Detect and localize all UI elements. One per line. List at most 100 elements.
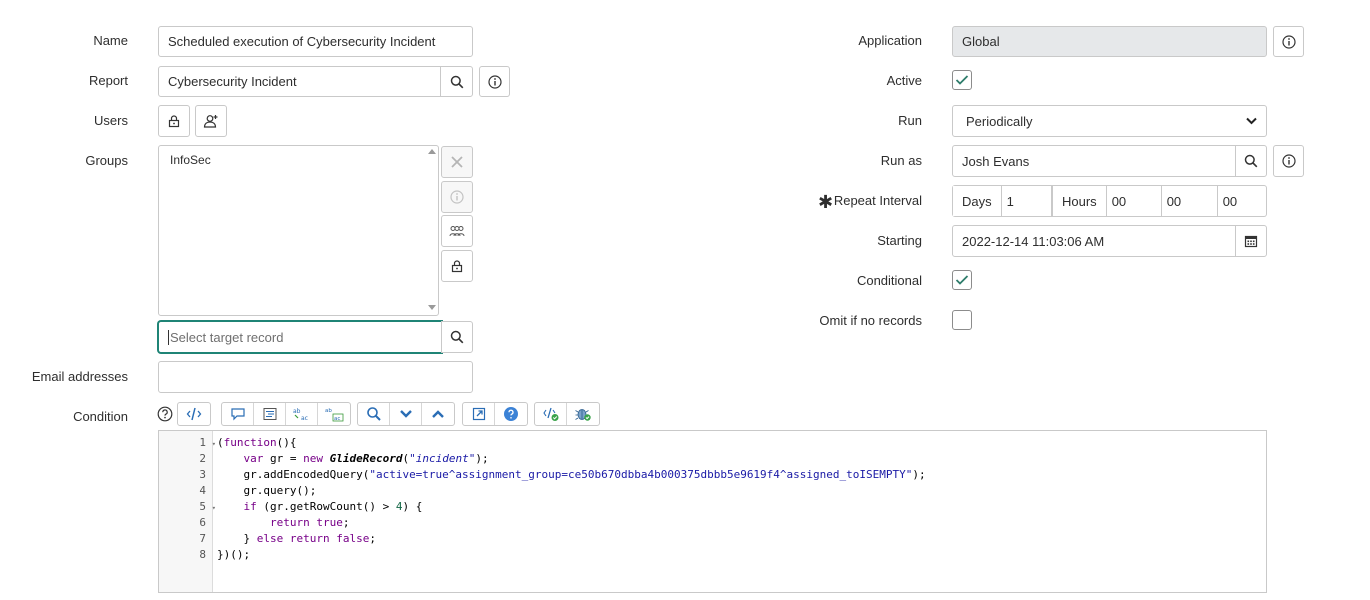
hours-input[interactable]: 00 bbox=[1107, 186, 1162, 216]
run-as-value: Josh Evans bbox=[962, 153, 1030, 169]
script-tool-button[interactable] bbox=[178, 403, 210, 425]
line-number: 7 bbox=[199, 532, 206, 545]
group-icon bbox=[449, 226, 465, 237]
syntax-check-icon bbox=[542, 407, 558, 421]
svg-text:ab: ab bbox=[293, 408, 301, 415]
scroll-up-arrow[interactable] bbox=[428, 149, 436, 154]
checkmark-icon bbox=[955, 275, 969, 285]
toggle-syntax-button[interactable] bbox=[535, 403, 567, 425]
lock-icon bbox=[451, 260, 463, 273]
debug-toolbar-group bbox=[534, 402, 600, 426]
search-toolbar-group bbox=[357, 402, 455, 426]
code-line[interactable]: if (gr.getRowCount() > 4) { bbox=[217, 499, 1266, 515]
chevron-up-icon bbox=[432, 410, 444, 418]
users-label: Users bbox=[94, 113, 128, 128]
search-icon bbox=[366, 407, 381, 421]
line-number: 6 bbox=[199, 516, 206, 529]
report-search-button[interactable] bbox=[440, 66, 473, 97]
omit-checkbox[interactable] bbox=[952, 310, 972, 330]
format-code-button[interactable] bbox=[254, 403, 286, 425]
seconds-input[interactable]: 00 bbox=[1218, 186, 1266, 216]
code-line[interactable]: var gr = new GlideRecord("incident"); bbox=[217, 451, 1266, 467]
remove-group-button[interactable] bbox=[441, 146, 473, 178]
run-as-search-button[interactable] bbox=[1235, 145, 1267, 177]
debug-button[interactable] bbox=[567, 403, 599, 425]
report-input[interactable]: Cybersecurity Incident bbox=[158, 66, 441, 97]
application-info-button[interactable] bbox=[1273, 26, 1304, 57]
application-field: Global bbox=[952, 26, 1267, 57]
minutes-input[interactable]: 00 bbox=[1162, 186, 1218, 216]
comment-button[interactable] bbox=[222, 403, 254, 425]
line-number: 5 ▾ bbox=[159, 499, 216, 515]
code-line[interactable]: })(); bbox=[217, 547, 1266, 563]
repeat-interval-label: Repeat Interval bbox=[833, 193, 922, 208]
run-label: Run bbox=[898, 113, 922, 128]
search-icon bbox=[1244, 154, 1258, 168]
hours-label: Hours bbox=[1052, 186, 1107, 216]
line-number-gutter: 1 ▾ 2 3 4 5 ▾ 6 7 8 bbox=[159, 431, 216, 592]
line-number: 4 bbox=[199, 484, 206, 497]
condition-label: Condition bbox=[73, 409, 128, 424]
fold-arrow[interactable]: ▾ bbox=[212, 500, 216, 516]
starting-input[interactable]: 2022-12-14 11:03:06 AM bbox=[952, 225, 1236, 257]
code-line[interactable]: gr.query(); bbox=[217, 483, 1266, 499]
search-icon bbox=[450, 330, 464, 344]
name-input[interactable]: Scheduled execution of Cybersecurity Inc… bbox=[158, 26, 473, 57]
view-groups-button[interactable] bbox=[441, 215, 473, 247]
calendar-icon bbox=[1244, 235, 1258, 248]
groups-list[interactable]: InfoSec bbox=[158, 145, 439, 316]
report-value: Cybersecurity Incident bbox=[168, 74, 297, 89]
text-cursor bbox=[168, 329, 169, 345]
code-line[interactable]: gr.addEncodedQuery("active=true^assignme… bbox=[217, 467, 1266, 483]
code-line[interactable]: return true; bbox=[217, 515, 1266, 531]
run-select[interactable]: Periodically bbox=[952, 105, 1267, 137]
groups-list-item[interactable]: InfoSec bbox=[159, 146, 438, 174]
run-as-input[interactable]: Josh Evans bbox=[952, 145, 1236, 177]
conditional-label: Conditional bbox=[856, 273, 922, 288]
groups-lock-button[interactable] bbox=[441, 250, 473, 282]
line-number: 1 ▾ bbox=[159, 435, 216, 451]
target-record-search-button[interactable] bbox=[441, 321, 473, 353]
code-line[interactable]: (function(){ bbox=[217, 435, 1266, 451]
fold-arrow[interactable]: ▾ bbox=[212, 436, 216, 452]
email-input[interactable] bbox=[158, 361, 473, 393]
target-record-input[interactable]: Select target record bbox=[158, 321, 442, 353]
info-icon bbox=[1281, 34, 1296, 49]
format-icon bbox=[263, 408, 276, 420]
scroll-down-arrow[interactable] bbox=[428, 305, 436, 310]
script-editor[interactable]: 1 ▾ 2 3 4 5 ▾ 6 7 8 (function(){ var gr = … bbox=[158, 430, 1267, 593]
group-info-button[interactable] bbox=[441, 181, 473, 213]
find-next-button[interactable] bbox=[390, 403, 422, 425]
find-previous-button[interactable] bbox=[422, 403, 454, 425]
info-icon bbox=[1281, 154, 1296, 168]
close-icon bbox=[451, 156, 463, 168]
add-user-icon bbox=[203, 115, 218, 128]
edit-toolbar-group: ab ac ab ac bbox=[221, 402, 351, 426]
expand-icon bbox=[472, 407, 485, 421]
script-icon bbox=[186, 407, 202, 421]
line-number: 2 bbox=[199, 452, 206, 465]
fullscreen-button[interactable] bbox=[463, 403, 495, 425]
question-icon bbox=[504, 407, 518, 421]
users-unlock-button[interactable] bbox=[158, 105, 190, 137]
active-checkbox[interactable] bbox=[952, 70, 972, 90]
active-label: Active bbox=[886, 73, 922, 88]
code-line[interactable]: } else return false; bbox=[217, 531, 1266, 547]
replace-button[interactable]: ab ac bbox=[286, 403, 318, 425]
report-info-button[interactable] bbox=[479, 66, 510, 97]
lock-icon bbox=[168, 115, 180, 128]
email-label: Email addresses bbox=[31, 369, 128, 384]
conditional-checkbox[interactable] bbox=[952, 270, 972, 290]
days-input[interactable]: 1 bbox=[1002, 186, 1019, 216]
search-button[interactable] bbox=[358, 403, 390, 425]
help-icon[interactable] bbox=[157, 406, 173, 422]
run-as-info-button[interactable] bbox=[1273, 145, 1304, 177]
code-area[interactable]: (function(){ var gr = new GlideRecord("i… bbox=[217, 435, 1266, 563]
application-value: Global bbox=[962, 34, 1000, 49]
replace-all-button[interactable]: ab ac bbox=[318, 403, 350, 425]
application-label: Application bbox=[858, 33, 922, 48]
help-button[interactable] bbox=[495, 403, 527, 425]
calendar-button[interactable] bbox=[1235, 225, 1267, 257]
add-me-button[interactable] bbox=[195, 105, 227, 137]
chevron-down-icon bbox=[1246, 117, 1257, 125]
